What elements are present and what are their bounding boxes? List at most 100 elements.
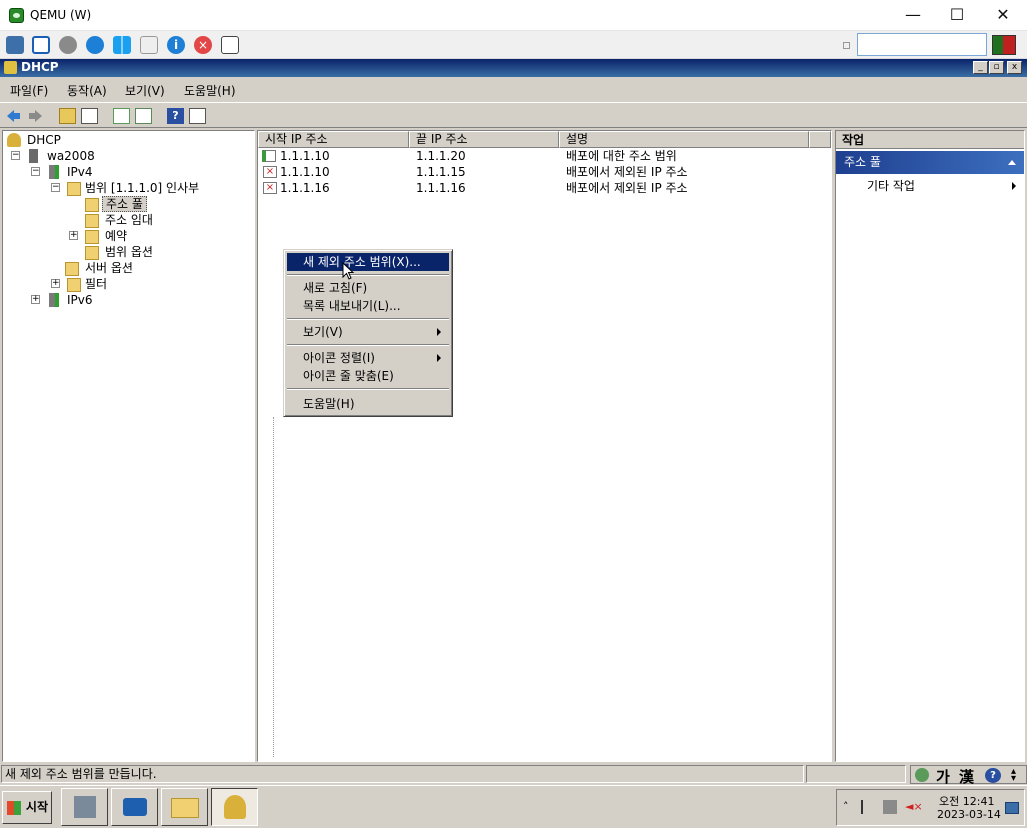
minimize-button[interactable]: — [890,0,936,30]
ime-options-icon[interactable]: ▴ ▾ [1011,767,1016,784]
menu-bar: 파일(F) 동작(A) 보기(V) 도움말(H) [0,78,1027,100]
status-text: 새 제외 주소 범위를 만듭니다. [1,765,804,783]
ime-hangul-toggle[interactable]: 가 [936,766,950,787]
menu-view[interactable]: 보기(V) [125,82,165,99]
collapse-icon[interactable]: − [31,167,40,176]
actions-pane: 작업 주소 풀 기타 작업 [835,130,1025,762]
help-icon[interactable]: ? [167,108,184,124]
fullscreen-icon[interactable] [32,36,50,54]
action-pane-toggle-icon[interactable] [189,108,206,124]
taskbar-powershell[interactable] [111,788,158,826]
menu-separator [287,344,449,346]
column-header-description[interactable]: 설명 [559,131,809,148]
flag-icon[interactable] [861,800,874,814]
taskbar-server-manager[interactable] [61,788,108,826]
expand-icon[interactable]: + [51,279,60,288]
screenshot-icon[interactable] [221,36,239,54]
mmc-title-bar: DHCP [0,59,1027,77]
dhcp-app-icon [4,61,17,74]
maximize-button[interactable]: ☐ [934,0,980,30]
reservations-icon [85,230,99,244]
menu-item-help[interactable]: 도움말(H) [287,395,449,413]
show-desktop-icon[interactable] [1005,802,1019,814]
column-header-end-ip[interactable]: 끝 IP 주소 [409,131,559,148]
keyboard-icon[interactable] [140,36,158,54]
actions-section-header[interactable]: 주소 풀 [836,151,1024,174]
menu-item-refresh[interactable]: 새로 고침(F) [287,279,449,297]
menu-item-arrange-icons[interactable]: 아이콘 정렬(I) [287,349,449,367]
expand-icon[interactable]: + [31,295,40,304]
menu-item-export-list[interactable]: 목록 내보내기(L)... [287,297,449,315]
start-button[interactable]: 시작 [2,791,52,824]
info-icon[interactable]: i [167,36,185,54]
menu-help[interactable]: 도움말(H) [184,82,236,99]
status-panel [806,765,906,783]
powershell-icon [123,798,147,816]
actions-more-item[interactable]: 기타 작업 [836,177,1024,195]
windows-logo-icon [7,801,21,815]
ipv6-icon [49,293,59,307]
list-pane: 시작 IP 주소 끝 IP 주소 설명 1.1.1.10 1.1.1.20 배포… [257,130,832,762]
tree-label-scope-options: 범위 옵션 [105,245,153,259]
submenu-arrow-icon [437,354,441,362]
system-tray: ˄ ◄× 오전 12:41 2023-03-14 [836,789,1025,826]
clock-date[interactable]: 2023-03-14 [937,808,1001,821]
export-list-icon[interactable] [135,108,152,124]
network-icon[interactable] [6,36,24,54]
collapse-icon[interactable]: − [11,151,20,160]
mdi-restore-button[interactable]: ▫ [989,61,1004,74]
expand-icon[interactable]: + [69,231,78,240]
ime-help-icon[interactable]: ? [985,768,1001,783]
close-button[interactable]: ✕ [980,0,1026,30]
windows-icon[interactable] [113,36,131,54]
gear-icon[interactable] [59,36,77,54]
menu-item-line-up-icons[interactable]: 아이콘 줄 맞춤(E) [287,367,449,385]
cell-start-ip: 1.1.1.16 [280,181,330,195]
clock-time[interactable]: 오전 12:41 [939,793,994,809]
search-toggle-icon[interactable] [843,42,850,49]
taskbar: 시작 ˄ ◄× 오전 12:41 2023-03-14 [0,785,1027,828]
show-hide-tree-icon[interactable] [81,108,98,124]
tree-label-server-options: 서버 옵션 [85,261,133,275]
show-hidden-icons-icon[interactable]: ˄ [843,800,849,813]
submenu-arrow-icon [437,328,441,336]
taskbar-dhcp[interactable] [211,788,258,826]
mdi-minimize-button[interactable]: _ [973,61,988,74]
qemu-logo-icon [9,8,24,23]
menu-separator [287,274,449,276]
taskbar-explorer[interactable] [161,788,208,826]
back-arrow-icon[interactable] [5,108,22,124]
forward-arrow-icon[interactable] [27,108,44,124]
network-tray-icon[interactable] [883,800,897,814]
mmc-window-title: DHCP [21,60,59,74]
cell-description: 배포에서 제외된 IP 주소 [566,181,688,195]
stop-icon[interactable]: × [194,36,212,54]
server-manager-icon [74,796,96,818]
address-leases-icon [85,214,99,228]
menu-item-view[interactable]: 보기(V) [287,323,449,341]
refresh-icon[interactable] [86,36,104,54]
address-range-icon [262,150,276,162]
mdi-close-button[interactable]: x [1007,61,1022,74]
menu-item-new-exclusion-range[interactable]: 새 제외 주소 범위(X)... [287,253,449,271]
refresh-list-icon[interactable] [113,108,130,124]
volume-muted-icon[interactable]: ◄× [905,800,923,814]
mmc-toolbar: ? [0,102,1027,128]
tree-label-address-leases: 주소 임대 [105,213,153,227]
menu-action[interactable]: 동작(A) [67,82,107,99]
cell-description: 배포에서 제외된 IP 주소 [566,165,688,179]
focus-outline [273,417,274,757]
ime-hanja-toggle[interactable]: 漢 [959,766,974,787]
menu-separator [287,388,449,390]
menu-item-view-label: 보기(V) [303,325,343,339]
tree-pane: DHCP − wa2008 − IPv4 − 범위 [1.1.1.0] 인사부 … [2,130,255,762]
status-indicator-icon [992,35,1016,55]
search-input[interactable] [857,33,987,56]
mouse-cursor-icon [342,261,356,285]
excluded-range-icon: × [263,166,277,178]
collapse-icon[interactable]: − [51,183,60,192]
up-level-icon[interactable] [59,108,76,124]
menu-file[interactable]: 파일(F) [10,82,48,99]
ime-icon[interactable] [915,768,929,782]
column-header-start-ip[interactable]: 시작 IP 주소 [258,131,409,148]
